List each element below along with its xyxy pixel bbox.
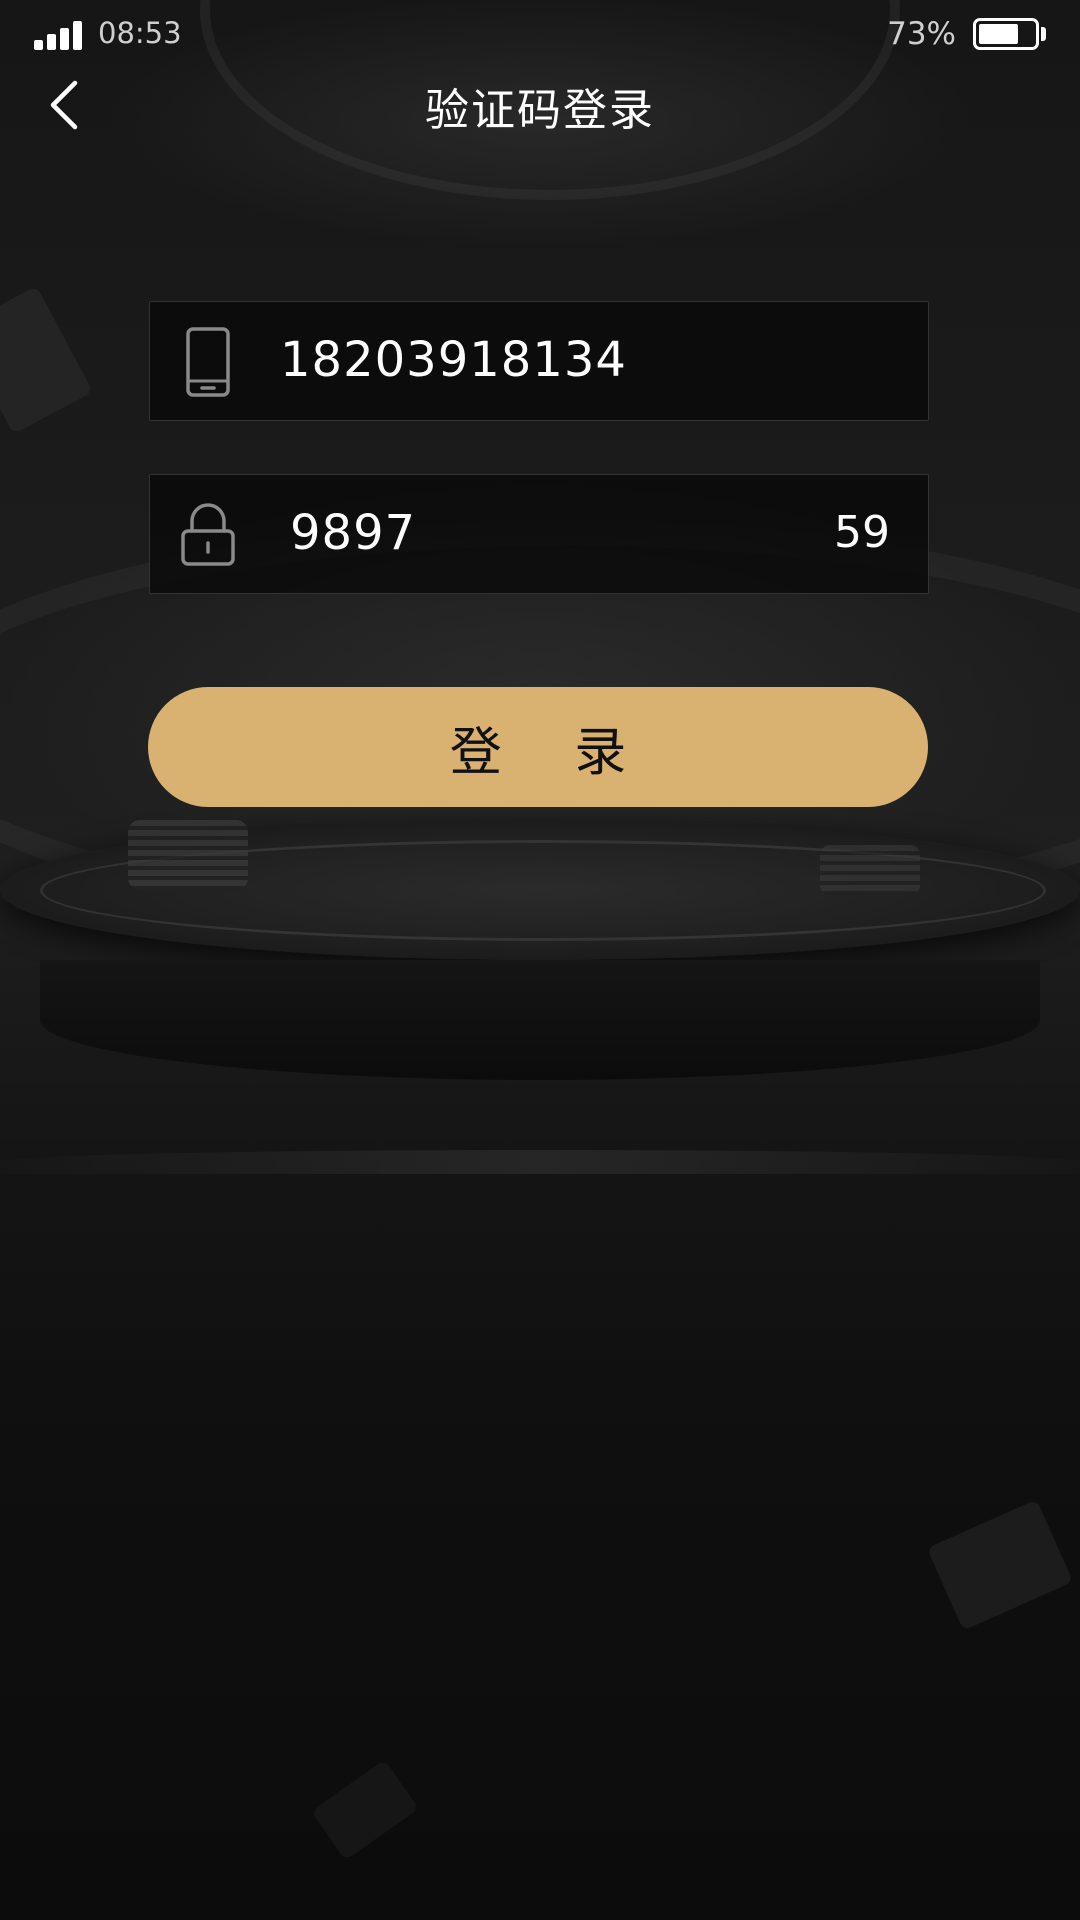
page-title: 验证码登录 xyxy=(425,85,655,136)
status-bar: 08:53 73% xyxy=(0,0,1080,68)
battery-icon xyxy=(973,18,1039,50)
battery-cap xyxy=(1041,27,1046,41)
background-chips xyxy=(128,820,248,890)
phone-field[interactable] xyxy=(149,301,929,421)
background-card xyxy=(926,1499,1074,1631)
verification-code-input[interactable] xyxy=(290,475,790,591)
phone-icon xyxy=(180,324,236,400)
background-chips xyxy=(820,845,920,895)
verification-code-field[interactable]: 59 xyxy=(149,474,929,594)
login-button[interactable]: 登 录 xyxy=(148,687,928,807)
battery-percentage: 73% xyxy=(887,16,956,52)
background-table xyxy=(0,820,1080,960)
background-table-base xyxy=(40,960,1040,1080)
background-card xyxy=(310,1759,420,1861)
status-time: 08:53 xyxy=(98,16,182,50)
phone-input[interactable] xyxy=(280,302,780,418)
lock-icon xyxy=(180,497,236,573)
background-stage xyxy=(0,1150,1080,1174)
resend-countdown: 59 xyxy=(834,507,890,558)
login-screen: 08:53 73% 验证码登录 18203918134 9897 59 登 录 xyxy=(0,0,1080,1920)
battery-level xyxy=(979,24,1018,44)
signal-icon xyxy=(34,20,84,50)
background-table-felt xyxy=(40,840,1046,941)
background-card xyxy=(0,285,93,435)
